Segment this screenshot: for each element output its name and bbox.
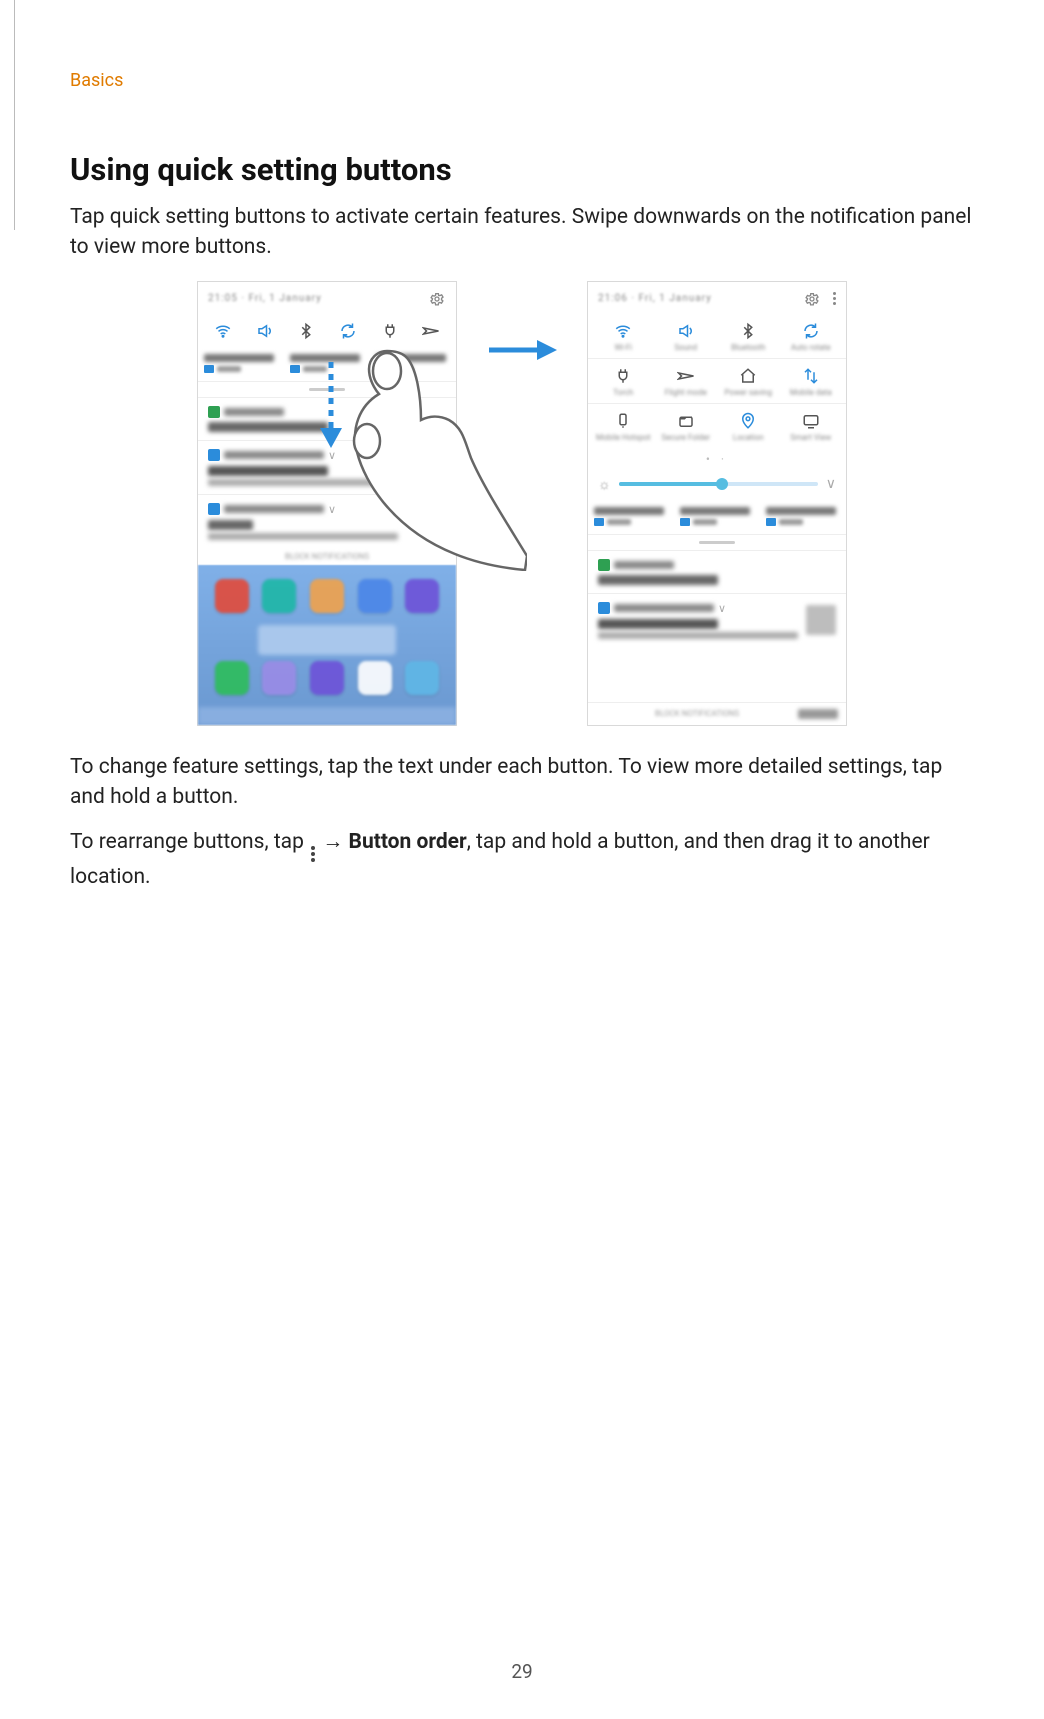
smart-view-icon [802, 412, 820, 430]
page-dots: • · [588, 448, 846, 470]
sync-arrows-icon [802, 367, 820, 385]
arrow-right-icon [487, 336, 557, 364]
phone-left-header: 21:05 · Fri, 1 January [198, 282, 456, 314]
page-margin-rule [14, 0, 15, 230]
para3-before: To rearrange buttons, tap [70, 830, 309, 854]
home-icon [739, 367, 757, 385]
secure-folder-icon [677, 412, 695, 430]
qs-grid-row: Torch Flight mode Power saving Mobile da… [588, 359, 846, 404]
sound-icon [677, 322, 695, 340]
wifi-icon [614, 322, 632, 340]
screenshot-thumbnail [806, 605, 836, 635]
notif-item: ∨ [588, 593, 846, 647]
phone-right: 21:06 · Fri, 1 January Wi-Fi Sound Bluet… [587, 281, 847, 726]
notif-item [198, 397, 456, 440]
phone-left: 21:05 · Fri, 1 January [197, 281, 457, 726]
autorotate-icon [339, 322, 357, 340]
autorotate-icon [802, 322, 820, 340]
power-plug-icon [614, 367, 632, 385]
sim-strip [588, 499, 846, 535]
clear-button-blur [798, 709, 838, 719]
notif-item: ∨ [198, 494, 456, 548]
home-screen-blur [198, 565, 456, 725]
figure-left: 21:05 · Fri, 1 January [197, 281, 457, 726]
qs-grid-row: Mobile Hotspot Secure Folder Location Sm… [588, 404, 846, 448]
location-pin-icon [739, 412, 757, 430]
notif-item: ∨ [198, 440, 456, 494]
brightness-slider [619, 482, 818, 486]
figure-right: 21:06 · Fri, 1 January Wi-Fi Sound Bluet… [587, 281, 847, 726]
bluetooth-icon [739, 322, 757, 340]
brightness-icon: ☼ [598, 476, 611, 493]
power-plug-icon [381, 322, 399, 340]
panel-handle [309, 388, 345, 391]
notif-item [588, 550, 846, 593]
notif-footer: BLOCK NOTIFICATIONS [588, 702, 846, 725]
status-time: 21:05 · Fri, 1 January [208, 293, 322, 304]
block-notifications-row: BLOCK NOTIFICATIONS [198, 548, 456, 565]
gear-icon [803, 290, 821, 308]
gear-icon [428, 290, 446, 308]
brightness-slider-row: ☼ ∨ [588, 470, 846, 499]
sound-icon [256, 322, 274, 340]
more-vertical-icon [833, 292, 836, 305]
bluetooth-icon [297, 322, 315, 340]
panel-handle [699, 541, 735, 544]
sim-strip [198, 346, 456, 382]
chevron-down-icon: ∨ [826, 476, 836, 492]
para3-arrow: → [317, 830, 348, 854]
wifi-icon [214, 322, 232, 340]
status-time: 21:06 · Fri, 1 January [598, 293, 712, 304]
more-vertical-icon [311, 846, 315, 862]
page-title: Using quick setting buttons [70, 151, 974, 188]
qs-row-1 [198, 314, 456, 346]
intro-paragraph: Tap quick setting buttons to activate ce… [70, 202, 974, 263]
page-number: 29 [0, 1660, 1044, 1683]
figure-row: 21:05 · Fri, 1 January [70, 281, 974, 726]
section-label: Basics [70, 70, 974, 91]
paragraph-2: To change feature settings, tap the text… [70, 752, 974, 813]
paragraph-3: To rearrange buttons, tap → Button order… [70, 827, 974, 892]
button-order-label: Button order [349, 830, 467, 854]
airplane-icon [422, 322, 440, 340]
qs-grid-row: Wi-Fi Sound Bluetooth Auto rotate [588, 314, 846, 359]
airplane-icon [677, 367, 695, 385]
mobile-hotspot-icon [614, 412, 632, 430]
phone-right-header: 21:06 · Fri, 1 January [588, 282, 846, 314]
